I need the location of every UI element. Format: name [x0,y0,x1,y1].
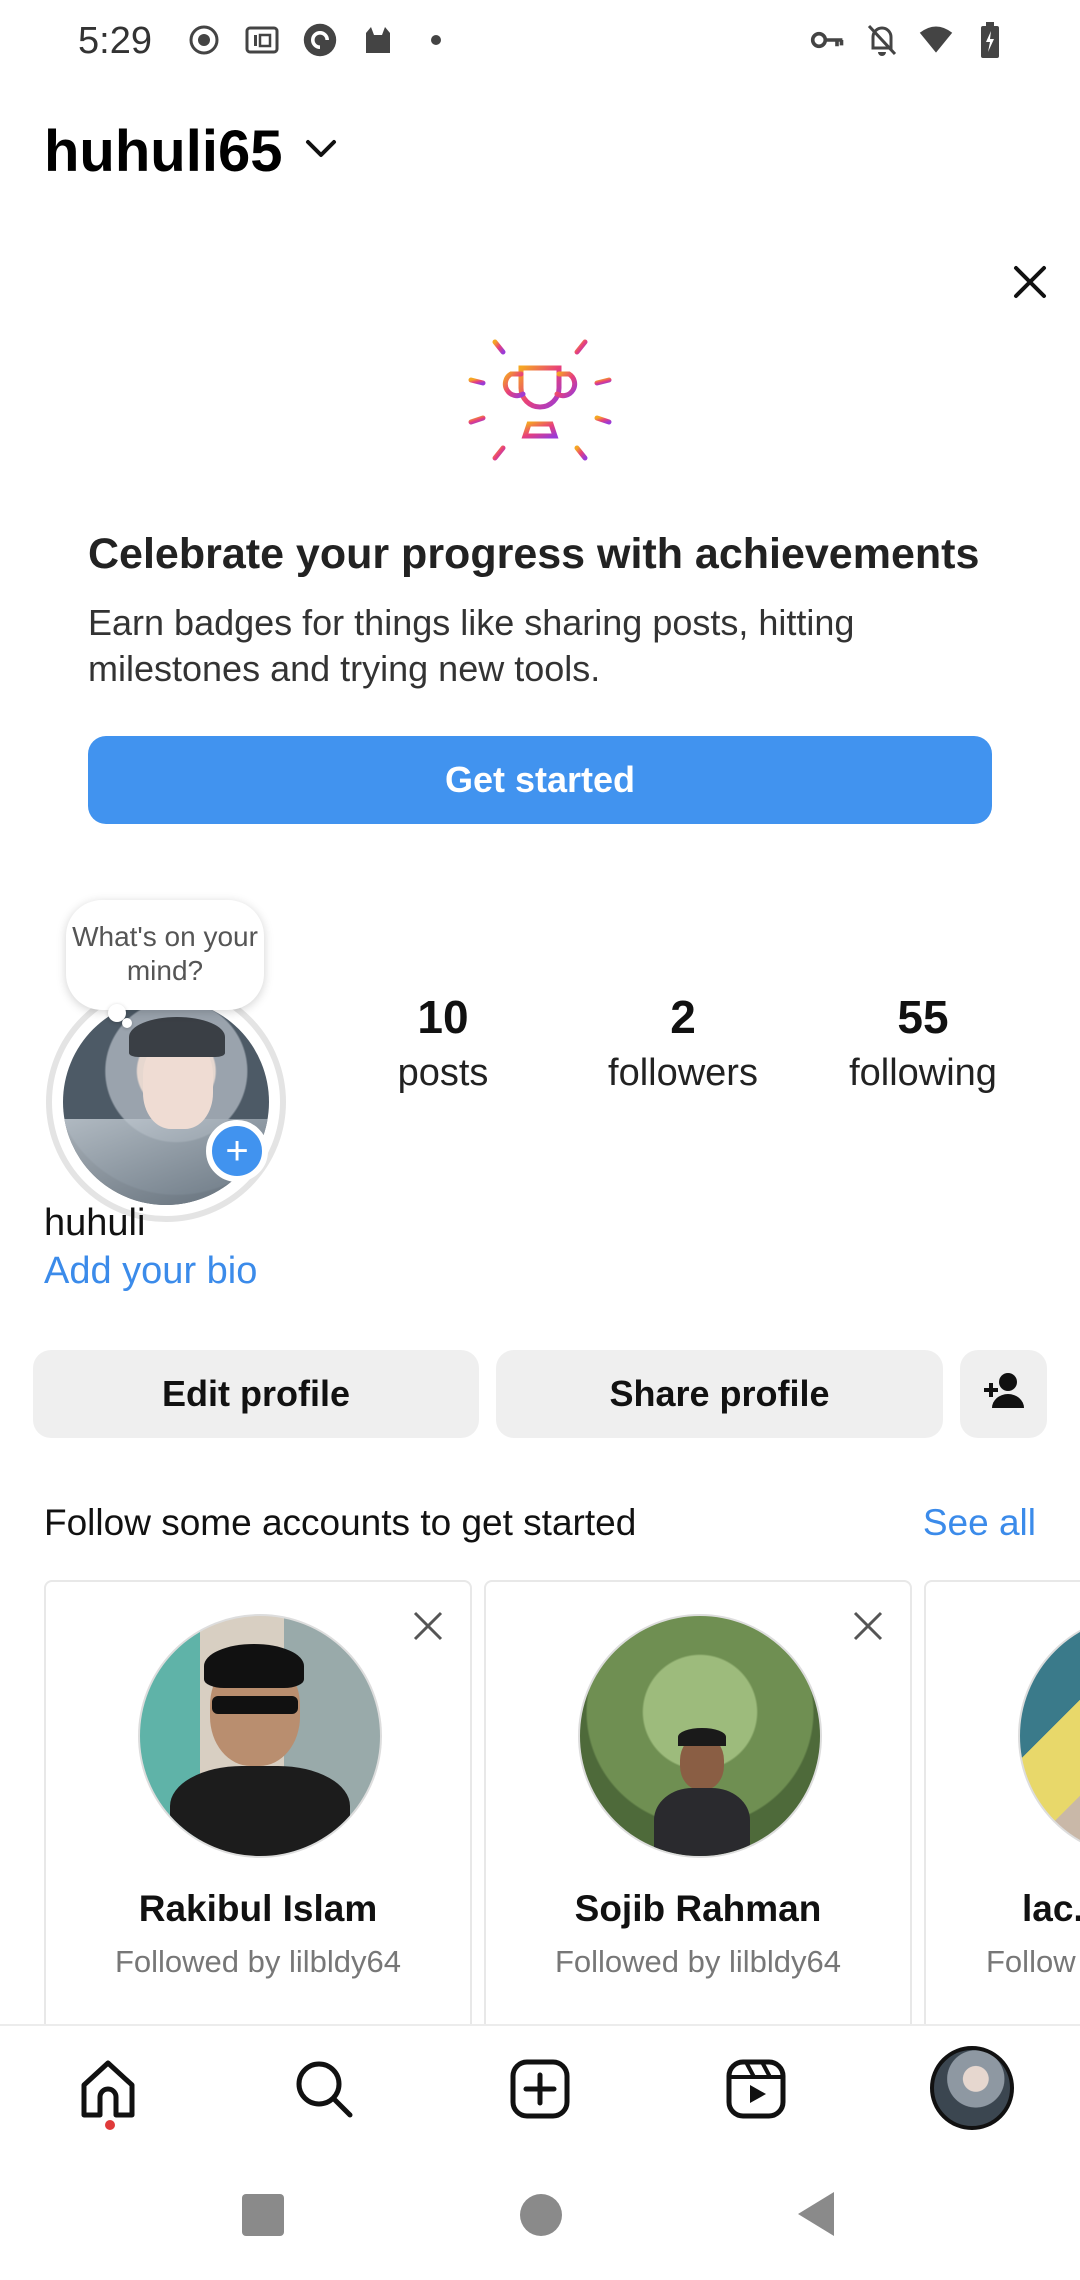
suggestion-avatar[interactable] [1018,1614,1080,1858]
back-button[interactable] [796,2190,836,2243]
vpn-key-icon [810,22,846,58]
stat-posts[interactable]: 10 posts [343,990,543,1095]
profile-avatar[interactable] [930,2046,1014,2130]
stat-posts-count: 10 [417,991,469,1043]
get-started-button[interactable]: Get started [88,736,992,824]
suggestion-subtitle: Follow [986,1944,1076,1979]
suggestion-card[interactable]: Rakibul Islam Followed by lilbldy64 [44,1580,472,2040]
dismiss-suggestion-icon[interactable] [850,1608,886,1644]
stat-followers-label: followers [608,1052,758,1094]
note-bubble-tail-small [122,1018,132,1028]
display-name: huhuli [44,1202,146,1244]
notification-dot [105,2120,115,2130]
see-all-link[interactable]: See all [923,1502,1036,1544]
dot-icon [418,22,454,58]
reels-icon[interactable] [721,2054,791,2124]
cat-icon [360,22,396,58]
add-story-icon[interactable]: + [206,1120,268,1182]
chevron-down-icon [304,138,338,165]
avatar-photo-cap [129,1017,225,1057]
system-nav-bar [0,2152,1080,2280]
stat-followers[interactable]: 2 followers [583,990,783,1095]
discover-people-button[interactable] [960,1350,1047,1438]
recents-button[interactable] [242,2194,284,2236]
close-icon[interactable] [1010,262,1050,302]
suggestions-title: Follow some accounts to get started [44,1502,637,1543]
suggestion-card[interactable]: Sojib Rahman Followed by lilbldy64 [484,1580,912,2040]
bottom-nav [0,2024,1080,2152]
header-username: huhuli65 [44,119,283,184]
suggestion-name: Sojib Rahman [574,1888,822,1929]
suggestion-name: lac. [1022,1888,1080,1929]
suggestion-subtitle: Followed by lilbldy64 [114,1944,402,1979]
battery-charging-icon [972,22,1008,58]
suggestion-name: Rakibul Islam [138,1888,378,1929]
app-circle-icon [302,22,338,58]
status-icons-right [810,22,1008,58]
status-bar: 5:29 [0,0,1080,88]
account-switcher[interactable]: huhuli65 [44,118,338,185]
create-icon[interactable] [505,2054,575,2124]
add-person-icon [980,1370,1028,1419]
trophy-icon [465,320,615,480]
suggestion-avatar[interactable] [138,1614,382,1858]
home-button[interactable] [520,2194,562,2236]
wifi-icon [918,22,954,58]
note-bubble[interactable]: What's on your mind? [66,900,264,1010]
suggestion-card[interactable]: lac. Follow [924,1580,1080,2040]
status-icons-left [186,22,454,58]
share-profile-button[interactable]: Share profile [496,1350,943,1438]
stat-following-count: 55 [897,991,949,1043]
achievement-text: Earn badges for things like sharing post… [88,602,855,689]
status-time: 5:29 [78,20,152,62]
stat-followers-count: 2 [670,991,696,1043]
suggestion-avatar[interactable] [578,1614,822,1858]
record-icon [186,22,222,58]
stat-posts-label: posts [397,1052,489,1094]
dismiss-suggestion-icon[interactable] [410,1608,446,1644]
home-icon[interactable] [73,2054,143,2124]
stat-following-label: following [849,1052,997,1094]
add-bio-link[interactable]: Add your bio [44,1250,257,1293]
search-icon[interactable] [289,2054,359,2124]
bell-off-icon [864,22,900,58]
suggestion-subtitle: Followed by lilbldy64 [554,1944,842,1979]
achievement-title: Celebrate your progress with achievement… [88,530,980,578]
edit-profile-button[interactable]: Edit profile [33,1350,479,1438]
iqiyi-icon [244,22,280,58]
stat-following[interactable]: 55 following [823,990,1023,1095]
